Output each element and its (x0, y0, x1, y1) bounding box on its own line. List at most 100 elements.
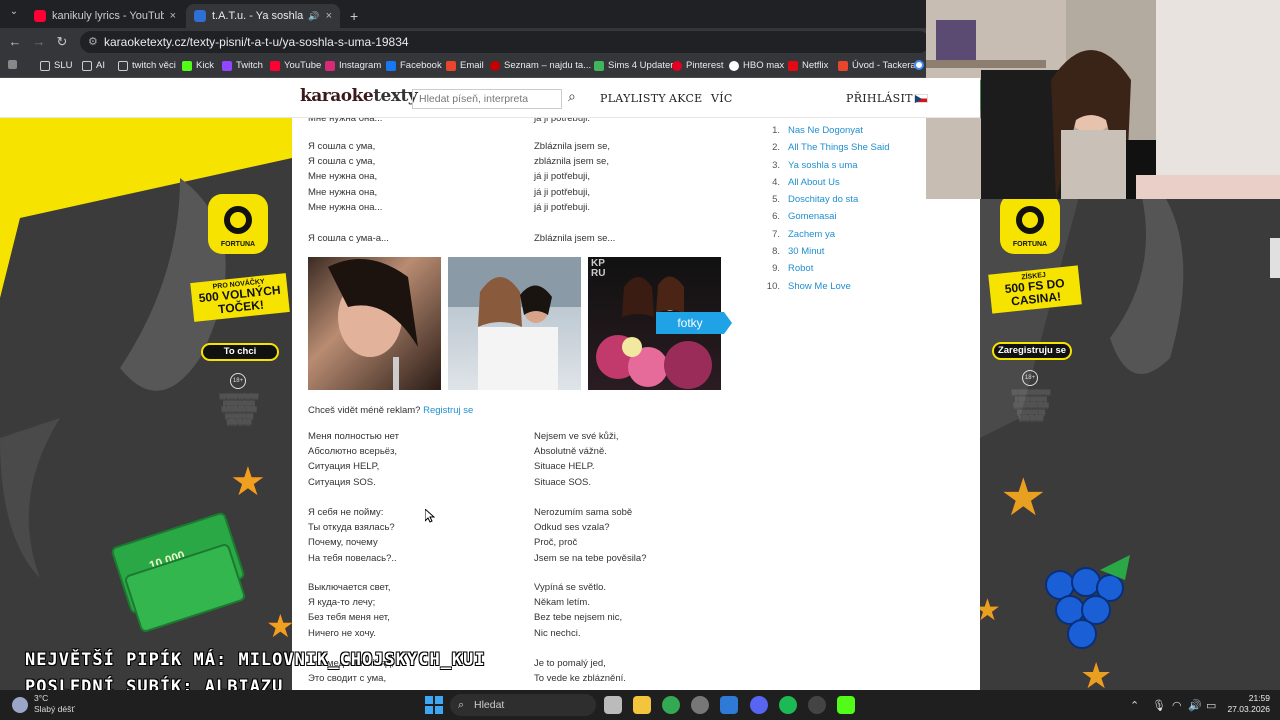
volume-icon[interactable]: 🔊 (1188, 699, 1202, 712)
reload-icon[interactable]: ↻ (54, 34, 70, 50)
fortuna-ad-right[interactable]: FORTUNA ZÍSKEJ 500 FS DO CASINA! Zaregis… (980, 118, 1280, 690)
spotify-icon[interactable] (779, 696, 797, 714)
top-song-item[interactable]: 7. Zachem ya (760, 226, 890, 243)
kick-app-icon[interactable] (837, 696, 855, 714)
microphone-icon[interactable]: 🎙 (1152, 699, 1166, 712)
song-link[interactable]: Nas Ne Dogonyat (788, 122, 863, 139)
kick-icon (182, 60, 192, 71)
bookmark-sims4-updater[interactable]: Sims 4 Updater (594, 60, 673, 71)
wifi-icon[interactable]: ◠ (1172, 699, 1182, 712)
tab-youtube[interactable]: kanikuly lyrics - YouTube × (26, 4, 184, 28)
ad-fine-print: ░░░░░░░░░░░ ░░░░░░░░░ ░░░░░░░░░░ ░░░░░░░░ ░░… (219, 394, 259, 426)
top-song-item[interactable]: 2. All The Things She Said (760, 139, 890, 156)
close-tab-icon[interactable]: × (170, 10, 176, 22)
top-song-item[interactable]: 1. Nas Ne Dogonyat (760, 122, 890, 139)
url-field[interactable]: ⚙ karaoketexty.cz/texty-pisni/t-a-t-u/ya… (80, 31, 930, 53)
song-rank: 8. (772, 246, 780, 258)
menu-vic[interactable]: VÍC (711, 92, 733, 105)
site-logo[interactable]: karaoketexty (300, 86, 418, 106)
tab-karaoketexty[interactable]: t.A.T.u. - Ya soshla s uma - 🔊 × (186, 4, 340, 28)
weather-cloud-icon[interactable] (12, 697, 28, 713)
obs-icon[interactable] (808, 696, 826, 714)
zaregistruju-se-button[interactable]: Zaregistruju se (992, 342, 1072, 360)
register-promo-text: Chceš vidět méně reklam? (308, 405, 421, 416)
photo-thumbnail[interactable] (448, 257, 581, 390)
lyrics-cz: Je to pomalý jed, To vede ke zbláznění. (534, 658, 626, 685)
song-link[interactable]: All The Things She Said (788, 139, 890, 156)
mouse-cursor-icon (425, 509, 435, 523)
taskbar-search[interactable]: ⌕ Hledat (450, 694, 596, 716)
apps-grid-icon[interactable] (8, 60, 21, 69)
top-song-item[interactable]: 5. Doschitay do sta (760, 191, 890, 208)
song-rank: 4. (772, 176, 780, 188)
search-icon[interactable]: ⌕ (568, 88, 576, 105)
battery-icon[interactable]: ▭ (1206, 699, 1216, 712)
photo-image (448, 257, 581, 390)
top-song-item[interactable]: 3. Ya soshla s uma (760, 157, 890, 174)
search-input[interactable]: Hledat píseň, interpreta (412, 89, 562, 109)
song-rank: 1. (772, 125, 780, 136)
song-link[interactable]: 30 Minut (788, 243, 824, 260)
register-promo: Chceš vidět méně reklam? Registruj se (308, 405, 473, 416)
new-tab-button[interactable]: + (342, 4, 366, 28)
tab-list-chevron-icon[interactable]: ⌄ (6, 6, 22, 17)
site-info-icon[interactable]: ⚙ (88, 31, 98, 53)
menu-playlisty[interactable]: PLAYLISTY (600, 92, 666, 105)
back-arrow-icon[interactable]: ← (7, 34, 23, 49)
task-view-icon[interactable] (604, 696, 622, 714)
bookmark-facebook[interactable]: Facebook (386, 60, 442, 71)
fotky-button[interactable]: fotky (656, 312, 732, 334)
bookmark-twitch[interactable]: Twitch (222, 60, 263, 71)
chrome-icon[interactable] (662, 696, 680, 714)
settings-gear-icon[interactable] (691, 696, 709, 714)
top-song-item[interactable]: 6. Gomenasai (760, 208, 890, 225)
top-song-item[interactable]: 10. Show Me Love (760, 278, 890, 295)
song-link[interactable]: Doschitay do sta (788, 191, 858, 208)
song-link[interactable]: All About Us (788, 174, 840, 191)
czech-flag-icon[interactable] (914, 94, 928, 103)
bookmark-seznam[interactable]: Seznam – najdu ta... (490, 60, 591, 71)
forward-arrow-icon[interactable]: → (31, 34, 47, 49)
bookmark-netflix[interactable]: Netflix (788, 60, 828, 71)
lyrics-ru: Выключается свет, Я куда-то лечу; Без те… (308, 582, 391, 639)
close-tab-icon[interactable]: × (326, 10, 332, 22)
fortuna-ad-left[interactable]: FORTUNA PRO NOVÁČKY 500 VOLNÝCH TOČEK! T… (0, 118, 292, 690)
photos-icon[interactable] (720, 696, 738, 714)
bookmark-twitch-veci[interactable]: twitch věci (118, 60, 176, 71)
file-explorer-icon[interactable] (633, 696, 651, 714)
folder-icon (118, 60, 128, 71)
bookmark-kick[interactable]: Kick (182, 60, 214, 71)
login-link[interactable]: PŘIHLÁSIT (846, 92, 913, 105)
register-link[interactable]: Registruj se (423, 405, 473, 416)
to-chci-button[interactable]: To chci (201, 343, 279, 361)
song-link[interactable]: Robot (788, 260, 813, 277)
bookmark-uvod-tackera[interactable]: Úvod - Tackera (838, 60, 916, 71)
lyrics-cz: Nerozumím sama sobě Odkud ses vzala? Pro… (534, 507, 647, 564)
seznam-icon (490, 60, 500, 71)
windows-start-icon[interactable] (425, 696, 443, 714)
song-link[interactable]: Gomenasai (788, 208, 837, 225)
weather-widget[interactable]: 3°C Slabý déšť (34, 693, 75, 715)
bookmark-instagram[interactable]: Instagram (325, 60, 381, 71)
photo-thumbnail[interactable] (308, 257, 441, 390)
lyrics-cz: Vypíná se světlo. Někam letím. Bez tebe … (534, 582, 623, 639)
clock[interactable]: 21:59 27.03.2026 (1226, 693, 1270, 715)
audio-speaker-icon[interactable]: 🔊 (308, 11, 319, 22)
lyrics-cz: Zbláznila jsem se... (534, 233, 616, 244)
bookmark-pinterest[interactable]: Pinterest (672, 60, 724, 71)
bookmark-email[interactable]: Email (446, 60, 484, 71)
bookmark-youtube[interactable]: YouTube (270, 60, 321, 71)
discord-icon[interactable] (750, 696, 768, 714)
top-song-item[interactable]: 9. Robot (760, 260, 890, 277)
menu-akce[interactable]: AKCE (669, 92, 703, 105)
bookmark-hbo-max[interactable]: HBO max (729, 60, 784, 71)
song-link[interactable]: Zachem ya (788, 226, 835, 243)
top-song-item[interactable]: 4. All About Us (760, 174, 890, 191)
bookmark-slu[interactable]: SLU (40, 60, 72, 71)
bookmark-ai[interactable]: AI (82, 60, 105, 71)
song-link[interactable]: Ya soshla s uma (788, 157, 858, 174)
show-hidden-icons-icon[interactable]: ⌃ (1130, 699, 1139, 712)
top-song-item[interactable]: 8. 30 Minut (760, 243, 890, 260)
web-page: karaoketexty Hledat píseň, interpreta ⌕ … (0, 78, 980, 690)
song-link[interactable]: Show Me Love (788, 278, 851, 295)
